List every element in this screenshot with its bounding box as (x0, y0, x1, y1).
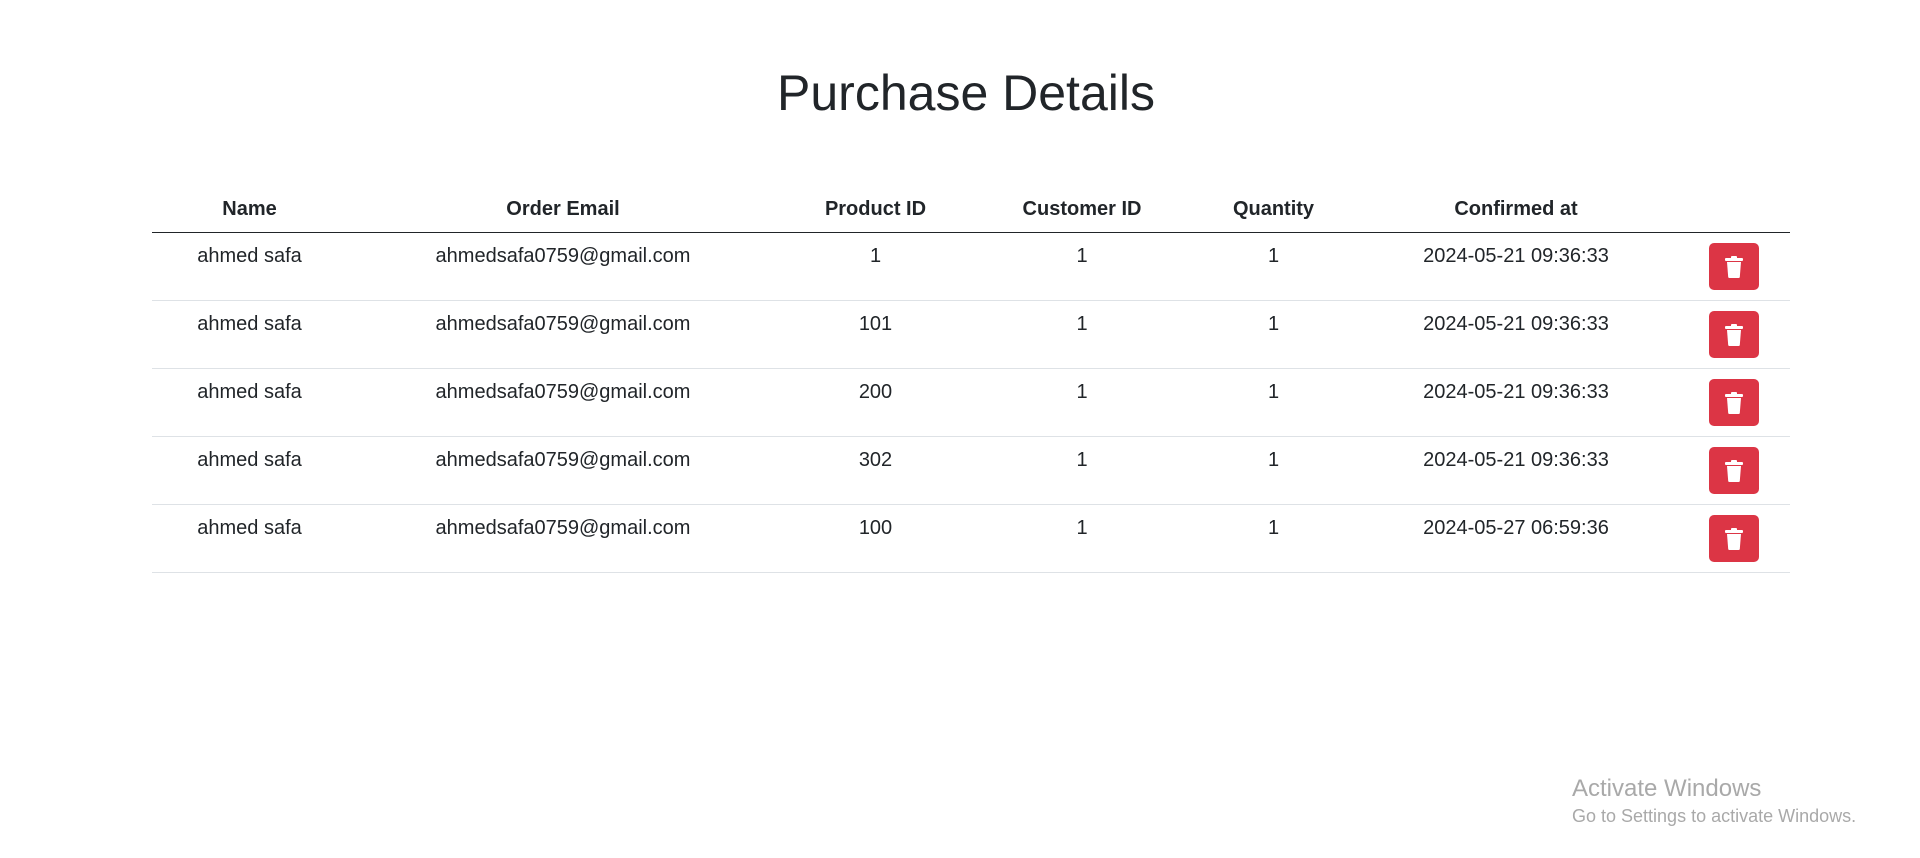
cell-customer-id: 1 (972, 504, 1192, 573)
cell-product-id: 100 (779, 504, 972, 573)
delete-button[interactable] (1708, 447, 1759, 494)
cell-order-email: ahmedsafa0759@gmail.com (347, 436, 779, 505)
column-header-name: Name (152, 186, 347, 233)
cell-action (1677, 300, 1790, 369)
cell-confirmed-at: 2024-05-21 09:36:33 (1355, 300, 1677, 369)
column-header-order-email: Order Email (347, 186, 779, 233)
column-header-confirmed-at: Confirmed at (1355, 186, 1677, 233)
trash-icon (1724, 459, 1743, 482)
table-row: ahmed safa ahmedsafa0759@gmail.com 200 1… (152, 368, 1790, 437)
watermark-subtitle: Go to Settings to activate Windows. (1572, 806, 1857, 826)
cell-action (1677, 436, 1790, 505)
cell-name: ahmed safa (152, 232, 347, 301)
cell-customer-id: 1 (972, 232, 1192, 301)
cell-quantity: 1 (1192, 368, 1355, 437)
cell-order-email: ahmedsafa0759@gmail.com (347, 232, 779, 301)
cell-quantity: 1 (1192, 300, 1355, 369)
cell-product-id: 200 (779, 368, 972, 437)
watermark-title: Activate Windows (1572, 775, 1762, 802)
column-header-product-id: Product ID (779, 186, 972, 233)
column-header-action (1677, 186, 1790, 233)
cell-action (1677, 504, 1790, 573)
windows-activation-watermark: Activate Windows Go to Settings to activ… (1572, 774, 1856, 828)
table-row: ahmed safa ahmedsafa0759@gmail.com 302 1… (152, 436, 1790, 505)
cell-name: ahmed safa (152, 436, 347, 505)
cell-quantity: 1 (1192, 232, 1355, 301)
trash-icon (1724, 527, 1743, 550)
cell-name: ahmed safa (152, 300, 347, 369)
column-header-quantity: Quantity (1192, 186, 1355, 233)
delete-button[interactable] (1708, 515, 1759, 562)
table-header-row: Name Order Email Product ID Customer ID … (152, 186, 1790, 233)
cell-order-email: ahmedsafa0759@gmail.com (347, 504, 779, 573)
cell-product-id: 1 (779, 232, 972, 301)
cell-name: ahmed safa (152, 368, 347, 437)
delete-button[interactable] (1708, 379, 1759, 426)
table-row: ahmed safa ahmedsafa0759@gmail.com 101 1… (152, 300, 1790, 369)
table-row: ahmed safa ahmedsafa0759@gmail.com 100 1… (152, 504, 1790, 573)
purchase-table: Name Order Email Product ID Customer ID … (152, 186, 1790, 573)
cell-confirmed-at: 2024-05-21 09:36:33 (1355, 436, 1677, 505)
cell-quantity: 1 (1192, 436, 1355, 505)
page: Purchase Details Name Order Email Produc… (0, 0, 1920, 858)
trash-icon (1724, 255, 1743, 278)
trash-icon (1724, 323, 1743, 346)
cell-customer-id: 1 (972, 436, 1192, 505)
cell-confirmed-at: 2024-05-21 09:36:33 (1355, 232, 1677, 301)
cell-action (1677, 232, 1790, 301)
cell-product-id: 302 (779, 436, 972, 505)
cell-product-id: 101 (779, 300, 972, 369)
column-header-customer-id: Customer ID (972, 186, 1192, 233)
cell-customer-id: 1 (972, 300, 1192, 369)
cell-confirmed-at: 2024-05-27 06:59:36 (1355, 504, 1677, 573)
page-title: Purchase Details (777, 65, 1155, 121)
cell-customer-id: 1 (972, 368, 1192, 437)
cell-name: ahmed safa (152, 504, 347, 573)
delete-button[interactable] (1708, 311, 1759, 358)
cell-order-email: ahmedsafa0759@gmail.com (347, 368, 779, 437)
cell-action (1677, 368, 1790, 437)
cell-confirmed-at: 2024-05-21 09:36:33 (1355, 368, 1677, 437)
table-row: ahmed safa ahmedsafa0759@gmail.com 1 1 1… (152, 232, 1790, 301)
trash-icon (1724, 391, 1743, 414)
table-body: ahmed safa ahmedsafa0759@gmail.com 1 1 1… (152, 232, 1790, 573)
purchase-table-container: Name Order Email Product ID Customer ID … (152, 186, 1790, 573)
table-header: Name Order Email Product ID Customer ID … (152, 186, 1790, 233)
delete-button[interactable] (1708, 243, 1759, 290)
cell-quantity: 1 (1192, 504, 1355, 573)
cell-order-email: ahmedsafa0759@gmail.com (347, 300, 779, 369)
